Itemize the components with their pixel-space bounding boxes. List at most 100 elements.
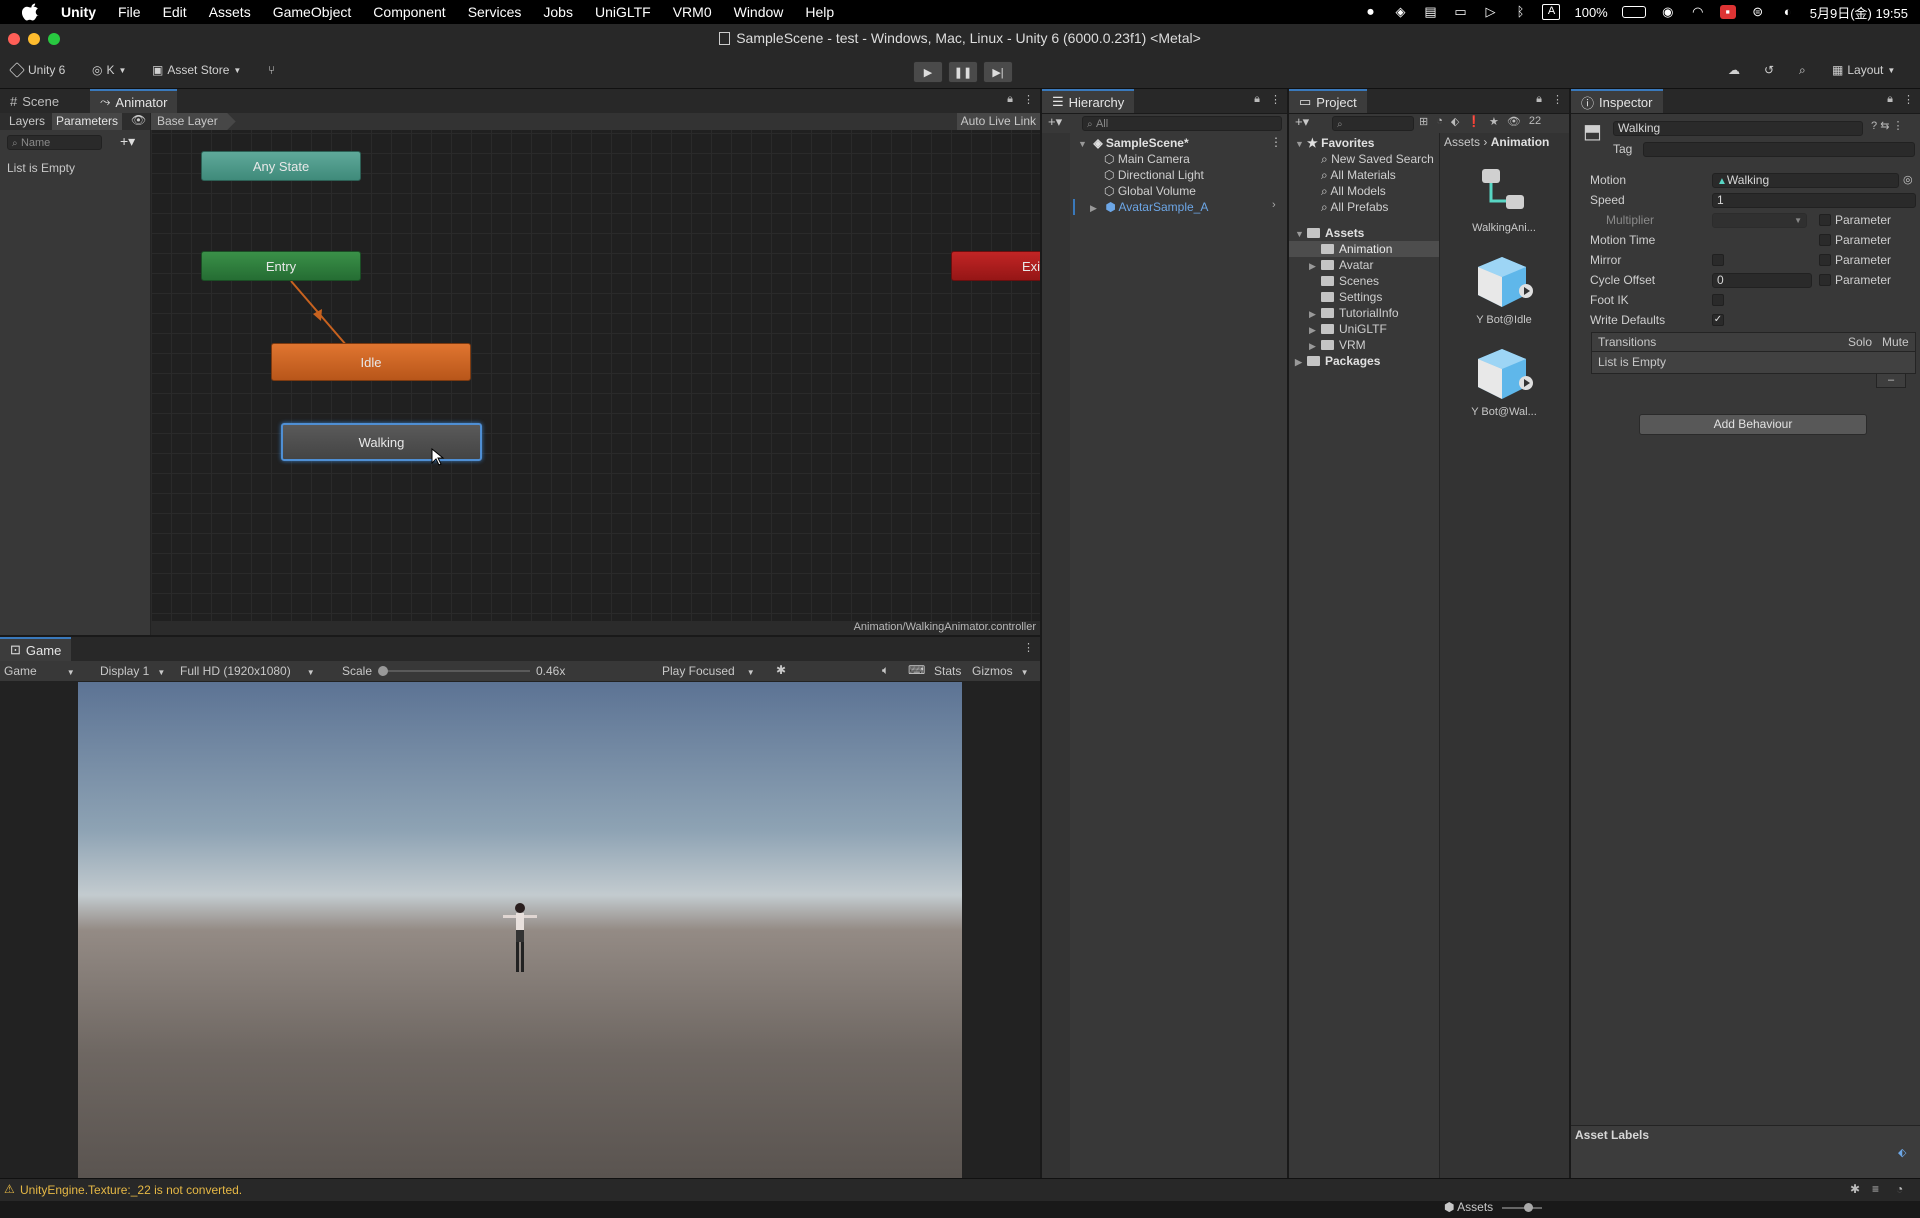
help-icon[interactable]: ? (1871, 120, 1877, 132)
cycle-offset-field[interactable]: 0 (1712, 273, 1812, 288)
asset-ybot-walking[interactable]: Y Bot@Wal... (1444, 345, 1564, 418)
background-tasks-icon[interactable]: ◔ (1896, 1182, 1903, 1196)
expanded-arrow-icon[interactable]: ▼ (1078, 136, 1090, 152)
search-button[interactable]: ⌕ (1799, 60, 1806, 80)
play-focused-dropdown[interactable]: Play Focused ▼ (662, 664, 755, 678)
tag-field[interactable] (1643, 142, 1915, 157)
close-window-button[interactable] (8, 33, 20, 45)
window-icon[interactable]: ▭ (1452, 5, 1468, 19)
node-exit[interactable]: Exit (951, 251, 1040, 281)
favorite-item[interactable]: ⌕ All Prefabs (1321, 199, 1388, 215)
kebab-menu-icon[interactable]: ⋮ (1023, 93, 1034, 106)
expanded-arrow-icon[interactable]: ▼ (1295, 136, 1307, 152)
breadcrumb-animation[interactable]: Animation (1491, 135, 1550, 149)
asset-store-dropdown[interactable]: ▣ Asset Store ▼ (152, 60, 241, 80)
tab-animator[interactable]: ⤳ Animator (90, 89, 178, 113)
write-defaults-checkbox[interactable]: ✓ (1712, 314, 1724, 326)
tab-parameters[interactable]: Parameters (52, 113, 123, 130)
tab-game[interactable]: ⊡ Game (0, 637, 72, 661)
pause-button[interactable]: ❚❚ (948, 61, 978, 83)
kebab-menu-icon[interactable]: ⋮ (1270, 93, 1281, 106)
clock[interactable]: 5月9日(金) 19:55 (1810, 3, 1908, 22)
motion-time-parameter-checkbox[interactable] (1819, 234, 1831, 246)
folder-scenes[interactable]: Scenes (1321, 273, 1379, 289)
hierarchy-search-input[interactable]: All (1096, 118, 1108, 130)
step-button[interactable]: ▶| (983, 61, 1013, 83)
kebab-menu-icon[interactable]: ⋮ (1903, 93, 1914, 106)
node-idle[interactable]: Idle (271, 343, 471, 381)
speaker-icon[interactable]: 🔈︎ (882, 663, 889, 678)
menu-file[interactable]: File (118, 4, 141, 20)
console-warning-message[interactable]: UnityEngine.Texture:_22 is not converted… (20, 1183, 242, 1197)
game-mode-dropdown[interactable]: Game ▼ (4, 664, 75, 678)
packages-header[interactable]: ▶ Packages (1295, 353, 1380, 369)
tab-hierarchy[interactable]: ☰ Hierarchy (1042, 89, 1135, 113)
clipboard-icon[interactable]: ▤ (1422, 5, 1438, 19)
menu-edit[interactable]: Edit (163, 4, 187, 20)
node-entry[interactable]: Entry (201, 251, 361, 281)
kebab-menu-icon[interactable]: ⋮ (1023, 641, 1034, 654)
foot-ik-checkbox[interactable] (1712, 294, 1724, 306)
menu-help[interactable]: Help (805, 4, 834, 20)
add-parameter-button[interactable]: +▾ (120, 133, 135, 150)
folder-animation[interactable]: Animation (1321, 241, 1392, 257)
favorite-item[interactable]: ⌕ New Saved Search (1321, 151, 1434, 167)
keyboard-icon[interactable]: ⌨ (908, 663, 925, 677)
battery-icon[interactable] (1621, 6, 1646, 18)
multiplier-dropdown[interactable]: ▼ (1712, 213, 1807, 228)
app-icon[interactable]: ▪ (1719, 5, 1736, 19)
folder-settings[interactable]: Settings (1321, 289, 1382, 305)
cycle-offset-parameter-checkbox[interactable] (1819, 274, 1831, 286)
record-icon[interactable]: ⏺ (1362, 5, 1378, 19)
apple-icon[interactable] (22, 3, 40, 21)
hierarchy-item[interactable]: ⬡ Main Camera (1104, 151, 1190, 167)
menu-vrm0[interactable]: VRM0 (673, 4, 712, 20)
collapsed-arrow-icon[interactable]: ▶ (1295, 354, 1307, 370)
unity-account-button[interactable]: Unity 6 (9, 60, 65, 80)
user-icon[interactable]: ◉ (1660, 5, 1676, 19)
parameter-search-input[interactable]: Name (21, 137, 50, 149)
tab-scene[interactable]: # Scene (0, 89, 69, 113)
play-circle-icon[interactable]: ▷ (1482, 5, 1498, 19)
tab-layers[interactable]: Layers (9, 114, 45, 128)
menu-unity[interactable]: Unity (61, 4, 96, 20)
resolution-dropdown[interactable]: Full HD (1920x1080) ▼ (180, 664, 315, 678)
scale-slider[interactable] (378, 666, 530, 676)
tab-inspector[interactable]: ⓘ Inspector (1571, 89, 1663, 113)
bug-icon[interactable]: ✱ (1850, 1182, 1860, 1196)
collapsed-arrow-icon[interactable]: ▶ (1309, 338, 1321, 354)
menu-component[interactable]: Component (373, 4, 445, 20)
state-name-field[interactable]: Walking (1613, 121, 1863, 136)
motion-field[interactable]: ▲Walking (1712, 173, 1899, 188)
hierarchy-item-prefab[interactable]: ▶ ⬢ AvatarSample_A (1090, 199, 1208, 215)
folder-avatar[interactable]: ▶ Avatar (1309, 257, 1373, 273)
breadcrumb-assets[interactable]: Assets (1444, 135, 1480, 149)
display-dropdown[interactable]: Display 1 ▼ (100, 664, 165, 678)
wifi-icon[interactable]: ◠ (1690, 5, 1706, 19)
scale-slider-handle[interactable] (378, 666, 388, 676)
gizmos-dropdown[interactable]: Gizmos ▼ (972, 664, 1029, 678)
animator-graph[interactable]: Base Layer Auto Live Link Any State Entr… (151, 113, 1040, 621)
project-search-box[interactable]: ⌕ (1332, 116, 1414, 131)
input-source-icon[interactable]: A (1542, 4, 1561, 20)
filter-type-icon[interactable]: ◔ (1436, 115, 1443, 128)
object-picker-icon[interactable]: ◎ (1903, 173, 1913, 186)
minimize-window-button[interactable] (28, 33, 40, 45)
control-center-icon[interactable]: ⊜ (1750, 5, 1766, 19)
lock-icon[interactable]: 🔒︎ (1887, 93, 1893, 106)
lock-icon[interactable]: 🔒︎ (1536, 93, 1542, 106)
collapsed-arrow-icon[interactable]: ▶ (1309, 322, 1321, 338)
stats-button[interactable]: Stats (934, 664, 961, 678)
create-asset-button[interactable]: +▾ (1295, 114, 1309, 130)
hierarchy-item[interactable]: ⬡ Global Volume (1104, 183, 1196, 199)
expanded-arrow-icon[interactable]: ▼ (1295, 226, 1307, 242)
history-button[interactable]: ↺ (1764, 60, 1774, 80)
hierarchy-scene-row[interactable]: ▼ ◈ SampleScene* (1078, 135, 1189, 151)
favorite-item[interactable]: ⌕ All Models (1321, 183, 1386, 199)
folder-unigltf[interactable]: ▶ UniGLTF (1309, 321, 1387, 337)
node-any-state[interactable]: Any State (201, 151, 361, 181)
add-behaviour-button[interactable]: Add Behaviour (1639, 414, 1867, 435)
icon-size-slider[interactable] (1502, 1203, 1542, 1212)
hidden-packages-icon[interactable]: 👁︎ (1507, 115, 1521, 128)
lock-icon[interactable]: 🔒︎ (1007, 93, 1013, 106)
